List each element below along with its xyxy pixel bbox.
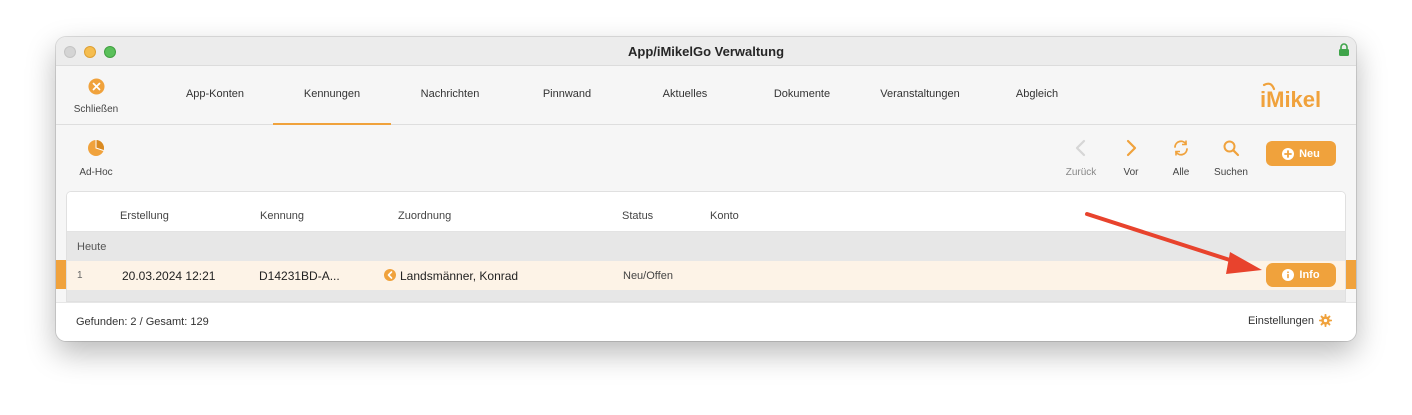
tab-dokumente[interactable]: Dokumente xyxy=(748,66,856,125)
table-row[interactable]: 1 20.03.2024 12:21 D14231BD-A... Landsmä… xyxy=(67,261,1345,290)
tab-app-konten[interactable]: App-Konten xyxy=(163,66,267,125)
back-button[interactable]: Zurück xyxy=(1062,139,1100,180)
status-footer: Gefunden: 2 / Gesamt: 129 Einstellungen xyxy=(56,302,1356,341)
info-button[interactable]: Info xyxy=(1266,263,1336,287)
row-number: 1 xyxy=(77,270,83,281)
result-count: Gefunden: 2 / Gesamt: 129 xyxy=(76,316,209,328)
gear-icon xyxy=(1319,314,1332,327)
pie-chart-icon xyxy=(88,140,104,156)
tab-kennungen[interactable]: Kennungen xyxy=(273,66,391,125)
new-label: Neu xyxy=(1299,147,1320,160)
info-label: Info xyxy=(1299,269,1320,281)
cell-status: Neu/Offen xyxy=(623,270,673,282)
lock-icon xyxy=(1339,43,1349,56)
cell-zuordnung: Landsmänner, Konrad xyxy=(400,269,519,283)
title-bar: App/iMikelGo Verwaltung xyxy=(56,37,1356,66)
all-button[interactable]: Alle xyxy=(1166,139,1196,180)
search-label: Suchen xyxy=(1214,167,1248,178)
column-header-konto[interactable]: Konto xyxy=(710,210,739,222)
kennungen-table: Erstellung Kennung Zuordnung Status Kont… xyxy=(66,191,1346,302)
logo-text: iMikel xyxy=(1260,87,1321,112)
forward-button[interactable]: Vor xyxy=(1118,139,1144,180)
group-header-today: Heute xyxy=(67,232,1345,261)
back-label: Zurück xyxy=(1065,167,1097,178)
tab-pinnwand[interactable]: Pinnwand xyxy=(512,66,622,125)
group-label: Heute xyxy=(77,241,107,253)
tab-abgleich[interactable]: Abgleich xyxy=(984,66,1090,125)
search-icon xyxy=(1223,140,1240,157)
cell-erstellung: 20.03.2024 12:21 xyxy=(122,269,216,283)
chevron-right-icon xyxy=(1126,139,1137,157)
selected-row-marker-right xyxy=(1346,260,1356,289)
new-button[interactable]: Neu xyxy=(1266,141,1336,166)
info-icon xyxy=(1282,269,1295,281)
chevron-left-icon xyxy=(1075,139,1086,157)
refresh-icon xyxy=(1174,140,1188,156)
arrow-left-circle-icon[interactable] xyxy=(384,269,396,281)
adhoc-button[interactable]: Ad-Hoc xyxy=(76,139,116,180)
selected-row-marker-left xyxy=(56,260,66,289)
column-header-kennung[interactable]: Kennung xyxy=(260,210,304,222)
settings-button[interactable]: Einstellungen xyxy=(1248,314,1332,327)
close-button[interactable]: Schließen xyxy=(68,78,124,117)
adhoc-label: Ad-Hoc xyxy=(79,167,113,178)
main-navigation: Schließen App-Konten Kennungen Nachricht… xyxy=(56,66,1356,125)
settings-label: Einstellungen xyxy=(1247,314,1314,327)
column-header-status[interactable]: Status xyxy=(622,210,653,222)
tab-nachrichten[interactable]: Nachrichten xyxy=(396,66,504,125)
table-header: Erstellung Kennung Zuordnung Status Kont… xyxy=(67,192,1345,232)
column-header-zuordnung[interactable]: Zuordnung xyxy=(398,210,451,222)
all-label: Alle xyxy=(1172,167,1190,178)
close-label: Schließen xyxy=(73,104,119,115)
imikel-logo: iMikel xyxy=(1260,82,1321,112)
tab-aktuelles[interactable]: Aktuelles xyxy=(630,66,740,125)
window-title: App/iMikelGo Verwaltung xyxy=(627,44,785,59)
table-empty-area xyxy=(67,290,1345,301)
app-window: App/iMikelGo Verwaltung Schließen App-Ko… xyxy=(56,37,1356,341)
close-circle-icon xyxy=(87,78,105,95)
tab-veranstaltungen[interactable]: Veranstaltungen xyxy=(864,66,976,125)
column-header-erstellung[interactable]: Erstellung xyxy=(120,210,169,222)
forward-label: Vor xyxy=(1123,167,1139,178)
toolbar: Ad-Hoc Zurück Vor Alle Suchen Neu xyxy=(56,126,1356,189)
cell-kennung: D14231BD-A... xyxy=(259,269,340,283)
search-button[interactable]: Suchen xyxy=(1212,139,1250,180)
plus-circle-icon xyxy=(1282,147,1295,160)
